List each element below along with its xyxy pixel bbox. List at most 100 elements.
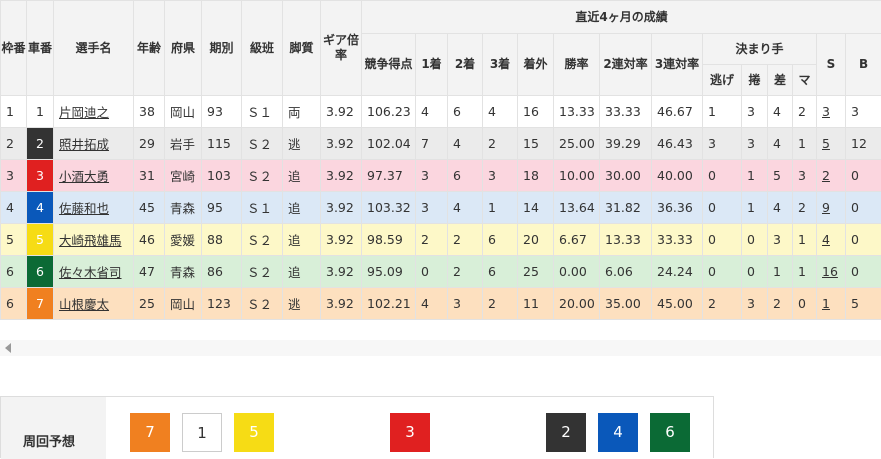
header-sashi: 差 <box>768 65 793 96</box>
cell-ma: 1 <box>793 128 817 160</box>
header-class: 級班 <box>242 1 283 96</box>
cell-quinella-rate: 31.82 <box>600 192 652 224</box>
table-row: 44佐藤和也45青森95Ｓ１追3.92103.323411413.6431.82… <box>1 192 881 224</box>
cell-name: 佐々木省司 <box>54 256 134 288</box>
cell-first: 2 <box>416 224 448 256</box>
cell-out: 25 <box>518 256 554 288</box>
cell-third: 2 <box>483 128 518 160</box>
cell-pref: 宮崎 <box>165 160 202 192</box>
prediction-chip-4: 4 <box>598 413 638 452</box>
cell-third: 1 <box>483 192 518 224</box>
cell-second: 2 <box>448 256 483 288</box>
cell-waku: 4 <box>1 192 27 224</box>
cell-score: 103.32 <box>362 192 416 224</box>
cell-sashi: 5 <box>768 160 793 192</box>
cell-out: 15 <box>518 128 554 160</box>
cell-second: 6 <box>448 96 483 128</box>
cell-name: 小酒大勇 <box>54 160 134 192</box>
cell-term: 93 <box>202 96 242 128</box>
table-row: 55大崎飛雄馬46愛媛88Ｓ２追3.9298.59226206.6713.333… <box>1 224 881 256</box>
racer-name-link[interactable]: 小酒大勇 <box>59 169 109 184</box>
cell-sashi: 4 <box>768 96 793 128</box>
cell-waku: 6 <box>1 288 27 320</box>
cell-pref: 青森 <box>165 256 202 288</box>
header-quinella-rate: 2連対率 <box>600 34 652 96</box>
cell-style: 追 <box>283 192 321 224</box>
cell-ma: 2 <box>793 192 817 224</box>
horizontal-scrollbar[interactable] <box>0 340 881 356</box>
cell-name: 片岡迪之 <box>54 96 134 128</box>
header-term: 期別 <box>202 1 242 96</box>
cell-quinella-rate: 6.06 <box>600 256 652 288</box>
s-count-link[interactable]: 16 <box>822 264 838 279</box>
s-count-link[interactable]: 5 <box>822 136 830 151</box>
cell-name: 佐藤和也 <box>54 192 134 224</box>
lap-prediction-label: 周回予想 <box>1 397 106 459</box>
cell-nige: 0 <box>703 256 742 288</box>
table-row: 67山根慶太25岡山123Ｓ２逃3.92102.214321120.0035.0… <box>1 288 881 320</box>
header-out: 着外 <box>518 34 554 96</box>
cell-age: 25 <box>134 288 165 320</box>
cell-style: 追 <box>283 160 321 192</box>
cell-makuri: 1 <box>742 192 768 224</box>
s-count-link[interactable]: 3 <box>822 104 830 119</box>
lap-prediction-label-text: 周回予想 <box>23 431 75 450</box>
cell-trio-rate: 46.43 <box>652 128 703 160</box>
header-second: 2着 <box>448 34 483 96</box>
cell-makuri: 0 <box>742 256 768 288</box>
cell-term: 86 <box>202 256 242 288</box>
cell-age: 31 <box>134 160 165 192</box>
cell-term: 95 <box>202 192 242 224</box>
cell-class: Ｓ２ <box>242 128 283 160</box>
s-count-link[interactable]: 4 <box>822 232 830 247</box>
table-row: 33小酒大勇31宮崎103Ｓ２追3.9297.373631810.0030.00… <box>1 160 881 192</box>
racer-name-link[interactable]: 照井拓成 <box>59 137 109 152</box>
header-nige: 逃げ <box>703 65 742 96</box>
cell-b: 0 <box>846 192 881 224</box>
racer-name-link[interactable]: 片岡迪之 <box>59 105 109 120</box>
cell-trio-rate: 40.00 <box>652 160 703 192</box>
cell-out: 18 <box>518 160 554 192</box>
cell-b: 0 <box>846 160 881 192</box>
cell-trio-rate: 36.36 <box>652 192 703 224</box>
cell-gear: 3.92 <box>321 128 362 160</box>
cell-first: 0 <box>416 256 448 288</box>
header-b: B <box>846 34 881 96</box>
cell-name: 大崎飛雄馬 <box>54 224 134 256</box>
cell-pref: 岩手 <box>165 128 202 160</box>
cell-score: 106.23 <box>362 96 416 128</box>
s-count-link[interactable]: 9 <box>822 200 830 215</box>
cell-b: 12 <box>846 128 881 160</box>
cell-car: 3 <box>27 160 54 192</box>
s-count-link[interactable]: 2 <box>822 168 830 183</box>
cell-second: 3 <box>448 288 483 320</box>
cell-b: 0 <box>846 224 881 256</box>
cell-style: 追 <box>283 256 321 288</box>
racer-name-link[interactable]: 大崎飛雄馬 <box>59 233 122 248</box>
cell-term: 115 <box>202 128 242 160</box>
cell-car: 7 <box>27 288 54 320</box>
s-count-link[interactable]: 1 <box>822 296 830 311</box>
racer-name-link[interactable]: 佐々木省司 <box>59 265 122 280</box>
cell-nige: 3 <box>703 128 742 160</box>
scroll-left-arrow-icon[interactable] <box>5 343 11 353</box>
cell-win-rate: 20.00 <box>554 288 600 320</box>
cell-age: 38 <box>134 96 165 128</box>
cell-third: 4 <box>483 96 518 128</box>
cell-out: 20 <box>518 224 554 256</box>
racer-name-link[interactable]: 山根慶太 <box>59 297 109 312</box>
car-number-badge: 3 <box>27 160 53 191</box>
cell-b: 5 <box>846 288 881 320</box>
cell-sashi: 4 <box>768 128 793 160</box>
cell-name: 山根慶太 <box>54 288 134 320</box>
cell-class: Ｓ１ <box>242 192 283 224</box>
cell-third: 6 <box>483 256 518 288</box>
cell-nige: 1 <box>703 96 742 128</box>
cell-nige: 0 <box>703 160 742 192</box>
cell-first: 4 <box>416 288 448 320</box>
cell-class: Ｓ２ <box>242 288 283 320</box>
cell-car: 2 <box>27 128 54 160</box>
racer-name-link[interactable]: 佐藤和也 <box>59 201 109 216</box>
cell-score: 97.37 <box>362 160 416 192</box>
cell-gear: 3.92 <box>321 160 362 192</box>
